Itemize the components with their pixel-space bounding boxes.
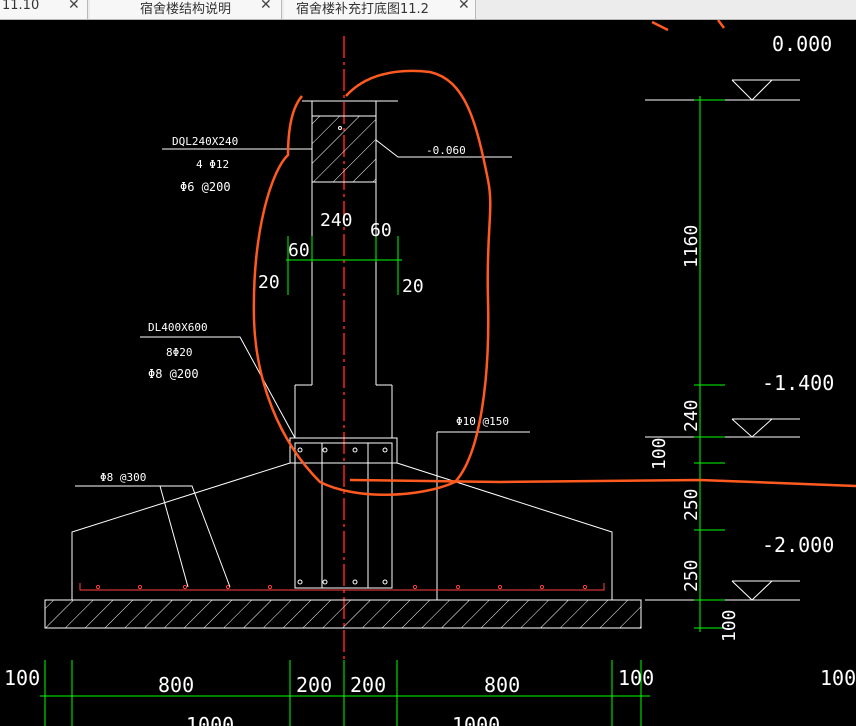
cad-drawing-canvas[interactable]: DQL240X240 4 Φ12 Φ6 @200 -0.060 DL400X60…: [0, 20, 856, 726]
tab-label: 宿舍楼结构说明: [140, 2, 232, 17]
hdim-100-right: 100: [618, 666, 654, 690]
beam-top-stirrup: Φ6 @200: [180, 180, 231, 194]
hdim-1000-right: 1000: [452, 713, 500, 726]
hdim-800-left: 800: [158, 673, 194, 697]
vdim-100b: 100: [719, 609, 740, 642]
beam-base-stirrup: Φ8 @200: [148, 367, 199, 381]
elevation-symbols: [645, 79, 800, 601]
hdim-200-right: 200: [350, 673, 386, 697]
wall-dim-60a: 60: [288, 240, 310, 261]
level-note: -0.060: [426, 144, 466, 157]
elevation-mid: -1.400: [762, 371, 834, 395]
vdim-250b: 250: [681, 559, 702, 592]
tab-11-10[interactable]: 11.10 ✕: [0, 0, 88, 19]
rebar-left-label: Φ8 @300: [100, 471, 146, 484]
markup-annotation[interactable]: [252, 20, 856, 496]
close-icon[interactable]: ✕: [458, 0, 470, 13]
hdim-100-far-right: 100: [820, 666, 856, 690]
cushion-slab[interactable]: [44, 599, 642, 629]
wall-dim-60b: 60: [370, 220, 392, 241]
hdim-800-right: 800: [484, 673, 520, 697]
hdim-100-left: 100: [4, 666, 40, 690]
vdim-240: 240: [681, 399, 702, 432]
footing[interactable]: [71, 432, 613, 601]
wall-dim-20a: 20: [258, 272, 280, 293]
wall-dim-20b: 20: [402, 276, 424, 297]
hdim-200-left: 200: [296, 673, 332, 697]
vdim-250a: 250: [681, 488, 702, 521]
wall-dim-240: 240: [320, 210, 353, 231]
close-icon[interactable]: ✕: [68, 0, 80, 13]
beam-top-name: DQL240X240: [172, 135, 238, 148]
bottom-rebar: [79, 583, 605, 591]
tab-label: 11.10: [2, 0, 40, 13]
beam-base-name: DL400X600: [148, 321, 208, 334]
close-icon[interactable]: ✕: [260, 0, 272, 13]
beam-top-rebar: 4 Φ12: [196, 158, 229, 171]
beam-base-rebar: 8Φ20: [166, 346, 193, 359]
vdim-1160: 1160: [681, 225, 702, 268]
tab-bar: 11.10 ✕ 宿舍楼结构说明 ✕ 宿舍楼补充打底图11.2 ✕: [0, 0, 856, 20]
leader-lines: [75, 139, 530, 588]
rebar-right-label: Φ10 @150: [456, 415, 509, 428]
elevation-bottom: -2.000: [762, 533, 834, 557]
tab-label: 宿舍楼补充打底图11.2: [296, 2, 429, 17]
vdim-100a: 100: [649, 437, 670, 470]
vertical-dimension[interactable]: [694, 96, 725, 632]
hdim-1000-left: 1000: [186, 713, 234, 726]
tab-structure-notes[interactable]: 宿舍楼结构说明 ✕: [90, 0, 282, 19]
top-ring-beam[interactable]: [302, 100, 398, 183]
elevation-top: 0.000: [772, 32, 832, 56]
tab-supplement-drawing[interactable]: 宿舍楼补充打底图11.2 ✕: [284, 0, 476, 19]
